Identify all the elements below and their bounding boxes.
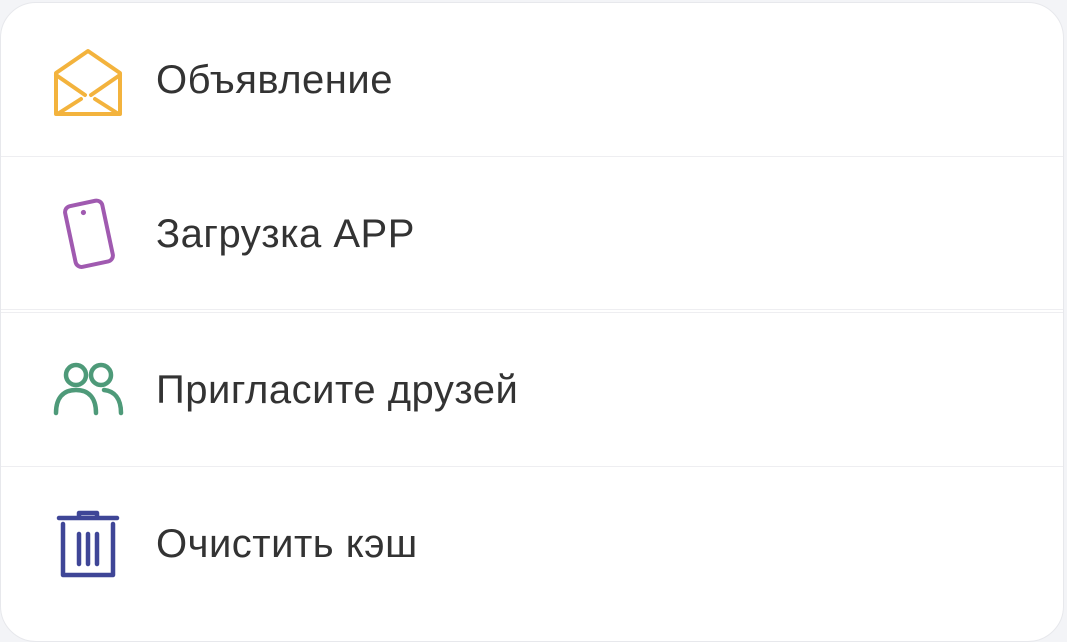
trash-icon — [51, 507, 125, 581]
menu-item-announcement[interactable]: Объявление — [1, 3, 1063, 157]
users-icon — [51, 353, 125, 427]
envelope-open-icon — [51, 43, 125, 117]
menu-item-label: Пригласите друзей — [156, 367, 519, 412]
menu-item-label: Объявление — [156, 57, 393, 102]
menu-item-download-app[interactable]: Загрузка APP — [1, 157, 1063, 311]
menu-item-label: Загрузка APP — [156, 211, 415, 256]
menu-item-label: Очистить кэш — [156, 521, 418, 566]
menu-item-clear-cache[interactable]: Очистить кэш — [1, 467, 1063, 621]
menu-item-invite-friends[interactable]: Пригласите друзей — [1, 313, 1063, 467]
menu-card: Объявление Загрузка APP Пригласите друзе… — [0, 2, 1064, 642]
phone-icon — [51, 197, 125, 271]
